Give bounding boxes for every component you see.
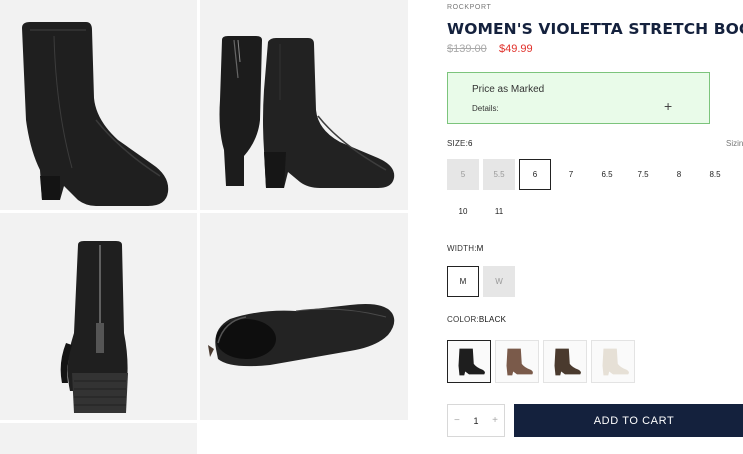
- size-option-10[interactable]: 10: [447, 196, 479, 227]
- size-option-8-5[interactable]: 8.5: [699, 159, 731, 190]
- color-swatch-dark-brown[interactable]: [543, 340, 587, 383]
- quantity-stepper[interactable]: − 1 +: [447, 404, 505, 437]
- size-label: SIZE:6: [447, 139, 473, 148]
- boot-top-view-image: [208, 304, 395, 367]
- color-swatch-brown[interactable]: [495, 340, 539, 383]
- product-image-side[interactable]: [0, 0, 197, 210]
- product-image-top[interactable]: [200, 213, 408, 420]
- swatch-boot-image: [458, 348, 485, 376]
- quantity-increase-button[interactable]: +: [492, 415, 498, 426]
- color-selected-value: BLACK: [478, 315, 507, 324]
- sizing-chart-link[interactable]: Sizing Chart: [726, 139, 743, 148]
- size-option-5-5[interactable]: 5.5: [483, 159, 515, 190]
- swatch-boot-image: [554, 348, 581, 376]
- size-label-text: SIZE:: [447, 139, 469, 148]
- boot-angle-view-image: [219, 36, 395, 188]
- promo-title: Price as Marked: [472, 84, 545, 95]
- size-option-9-5[interactable]: 9.5: [735, 159, 743, 190]
- product-image-angle[interactable]: [200, 0, 408, 210]
- promo-details-label: Details:: [472, 104, 499, 113]
- width-option-w[interactable]: W: [483, 266, 515, 297]
- size-option-8[interactable]: 8: [663, 159, 695, 190]
- color-label-text: COLOR:: [447, 315, 479, 324]
- quantity-decrease-button[interactable]: −: [454, 415, 460, 426]
- brand-name[interactable]: ROCKPORT: [447, 4, 491, 11]
- size-option-6-5[interactable]: 6.5: [591, 159, 623, 190]
- promo-box: Price as Marked Details: +: [447, 72, 710, 124]
- width-label: WIDTH:M: [447, 244, 484, 253]
- product-title: WOMEN'S VIOLETTA STRETCH BOOT: [447, 20, 743, 38]
- add-to-cart-button[interactable]: ADD TO CART: [514, 404, 743, 437]
- boot-back-view-image: [60, 241, 128, 413]
- sale-price: $49.99: [499, 43, 533, 55]
- size-selected-value: 6: [468, 139, 473, 148]
- product-gallery: [0, 0, 410, 454]
- boot-side-view-image: [22, 22, 169, 206]
- size-option-11[interactable]: 11: [483, 196, 515, 227]
- size-option-7[interactable]: 7: [555, 159, 587, 190]
- color-label: COLOR:BLACK: [447, 315, 506, 324]
- product-image-more[interactable]: [0, 423, 197, 454]
- product-info-panel: ROCKPORT WOMEN'S VIOLETTA STRETCH BOOT $…: [447, 0, 743, 454]
- width-option-m[interactable]: M: [447, 266, 479, 297]
- color-swatch-cream[interactable]: [591, 340, 635, 383]
- swatch-boot-image: [506, 348, 533, 376]
- width-label-text: WIDTH:: [447, 244, 477, 253]
- original-price: $139.00: [447, 43, 487, 55]
- size-option-6[interactable]: 6: [519, 159, 551, 190]
- expand-plus-icon[interactable]: +: [664, 98, 672, 114]
- quantity-value[interactable]: 1: [473, 416, 478, 426]
- size-option-7-5[interactable]: 7.5: [627, 159, 659, 190]
- swatch-boot-image: [602, 348, 629, 376]
- size-option-5[interactable]: 5: [447, 159, 479, 190]
- product-image-back[interactable]: [0, 213, 197, 420]
- color-swatch-black[interactable]: [447, 340, 491, 383]
- width-selected-value: M: [476, 244, 484, 253]
